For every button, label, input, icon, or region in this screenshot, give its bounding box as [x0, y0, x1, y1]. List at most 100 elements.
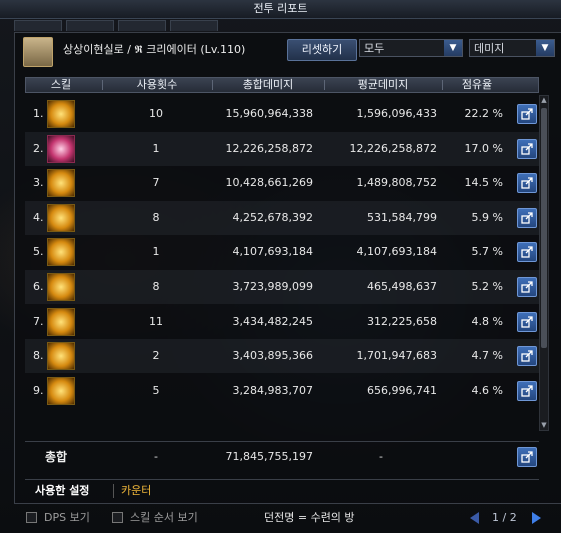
window-title: 전투 리포트	[0, 0, 561, 19]
row-rank: 3.	[33, 176, 44, 190]
scroll-down-icon[interactable]: ▼	[540, 421, 548, 430]
table-header: 스킬 사용횟수 총합데미지 평균데미지 점유율	[25, 77, 539, 93]
skill-order-checkbox[interactable]	[112, 512, 123, 523]
share-button[interactable]	[517, 311, 537, 332]
tab-used-settings[interactable]: 사용한 설정	[35, 482, 89, 500]
share-icon	[521, 315, 533, 328]
scroll-up-icon[interactable]: ▲	[540, 96, 548, 105]
skill-order-label: 스킬 순서 보기	[130, 511, 198, 524]
row-share: 4.8 %	[471, 314, 503, 328]
table-row: 3. 7 10,428,661,269 1,489,808,752 14.5 %	[25, 166, 539, 200]
row-avg-damage: 312,225,658	[367, 314, 437, 328]
chevron-down-icon[interactable]: ▼	[444, 40, 462, 56]
footer-bar: DPS 보기 스킬 순서 보기 던전명 = 수련의 방 1 / 2	[0, 508, 561, 532]
skill-icon-9	[47, 376, 75, 405]
share-button[interactable]	[517, 207, 537, 228]
skill-icon-7	[47, 307, 75, 336]
background-tab	[66, 20, 114, 31]
metric-select[interactable]: 데미지 ▼	[469, 39, 555, 57]
dungeon-name: 던전명 = 수련의 방	[264, 511, 355, 524]
scroll-thumb[interactable]	[541, 108, 547, 348]
row-share: 4.6 %	[471, 383, 503, 397]
summary-avg: -	[379, 450, 383, 463]
row-count: 8	[152, 280, 160, 293]
share-button[interactable]	[517, 346, 537, 367]
row-rank: 2.	[33, 141, 44, 155]
row-rank: 5.	[33, 245, 44, 259]
background-tabs	[14, 20, 218, 32]
row-share: 5.7 %	[471, 245, 503, 259]
background-tab	[170, 20, 218, 31]
row-rank: 7.	[33, 314, 44, 328]
summary-total: 71,845,755,197	[225, 450, 313, 463]
table-row: 1. 10 15,960,964,338 1,596,096,433 22.2 %	[25, 97, 539, 131]
table-row: 4. 8 4,252,678,392 531,584,799 5.9 %	[25, 200, 539, 235]
share-button[interactable]	[517, 447, 537, 467]
target-filter-select[interactable]: 모두 ▼	[359, 39, 463, 57]
share-icon	[521, 451, 533, 463]
page-indicator: 1 / 2	[492, 511, 517, 524]
row-avg-damage: 1,489,808,752	[356, 176, 437, 190]
skill-icon-5	[47, 238, 75, 267]
share-icon	[521, 385, 533, 397]
row-rank: 1.	[33, 107, 44, 120]
dps-checkbox[interactable]	[26, 512, 37, 523]
skill-icon-6	[47, 273, 75, 301]
row-count: 7	[152, 176, 160, 190]
share-icon	[521, 246, 533, 259]
share-icon	[521, 177, 533, 189]
row-share: 5.9 %	[471, 210, 503, 224]
row-avg-damage: 656,996,741	[367, 383, 437, 397]
tab-counter[interactable]: 카운터	[121, 482, 151, 500]
share-icon	[521, 212, 533, 224]
summary-label: 총합	[45, 450, 68, 464]
table-scrollbar[interactable]: ▲ ▼	[539, 95, 549, 431]
row-count: 2	[152, 349, 160, 363]
chevron-down-icon[interactable]: ▼	[536, 40, 554, 56]
row-rank: 6.	[33, 280, 44, 293]
row-avg-damage: 531,584,799	[367, 210, 437, 224]
reset-button[interactable]: 리셋하기	[287, 39, 357, 61]
skill-icon-1	[47, 100, 75, 128]
background-tab	[118, 20, 166, 31]
summary-count: -	[154, 450, 158, 463]
share-button[interactable]	[517, 277, 537, 297]
share-button[interactable]	[517, 380, 537, 401]
row-rank: 4.	[33, 210, 44, 224]
table-row: 2. 1 12,226,258,872 12,226,258,872 17.0 %	[25, 131, 539, 166]
summary-row: 총합 - 71,845,755,197 -	[25, 441, 539, 472]
share-button[interactable]	[517, 138, 537, 159]
column-header-avg: 평균데미지	[357, 78, 409, 91]
table-row: 6. 8 3,723,989,099 465,498,637 5.2 %	[25, 270, 539, 304]
row-count: 11	[149, 314, 163, 328]
share-button[interactable]	[517, 104, 537, 124]
next-page-icon[interactable]	[532, 512, 541, 524]
table-row: 8. 2 3,403,895,366 1,701,947,683 4.7 %	[25, 339, 539, 374]
report-tabs: 사용한 설정 카운터	[25, 479, 539, 502]
row-share: 17.0 %	[464, 141, 503, 155]
share-icon	[521, 142, 533, 155]
skill-icon-3	[47, 169, 75, 198]
share-icon	[521, 281, 533, 293]
row-count: 10	[149, 107, 163, 120]
row-rank: 9.	[33, 383, 44, 397]
character-name: 상상이현실로 / 𝕽 크리에이터 (Lv.110)	[63, 43, 246, 56]
share-button[interactable]	[517, 242, 537, 263]
prev-page-icon[interactable]	[470, 512, 479, 524]
combat-report-panel: 상상이현실로 / 𝕽 크리에이터 (Lv.110) 리셋하기 모두 ▼ 데미지 …	[14, 32, 561, 504]
row-total-damage: 3,723,989,099	[232, 280, 313, 293]
skill-icon-8	[47, 342, 75, 371]
row-total-damage: 10,428,661,269	[225, 176, 313, 190]
column-header-share: 점유율	[461, 78, 493, 91]
row-avg-damage: 4,107,693,184	[356, 245, 437, 259]
row-total-damage: 15,960,964,338	[225, 107, 313, 120]
row-count: 1	[152, 141, 160, 155]
background-tab	[14, 20, 62, 31]
row-rank: 8.	[33, 349, 44, 363]
row-total-damage: 4,252,678,392	[232, 210, 313, 224]
share-icon	[521, 108, 533, 120]
share-button[interactable]	[517, 173, 537, 194]
row-avg-damage: 465,498,637	[367, 280, 437, 293]
row-total-damage: 12,226,258,872	[225, 141, 313, 155]
row-total-damage: 3,403,895,366	[232, 349, 313, 363]
